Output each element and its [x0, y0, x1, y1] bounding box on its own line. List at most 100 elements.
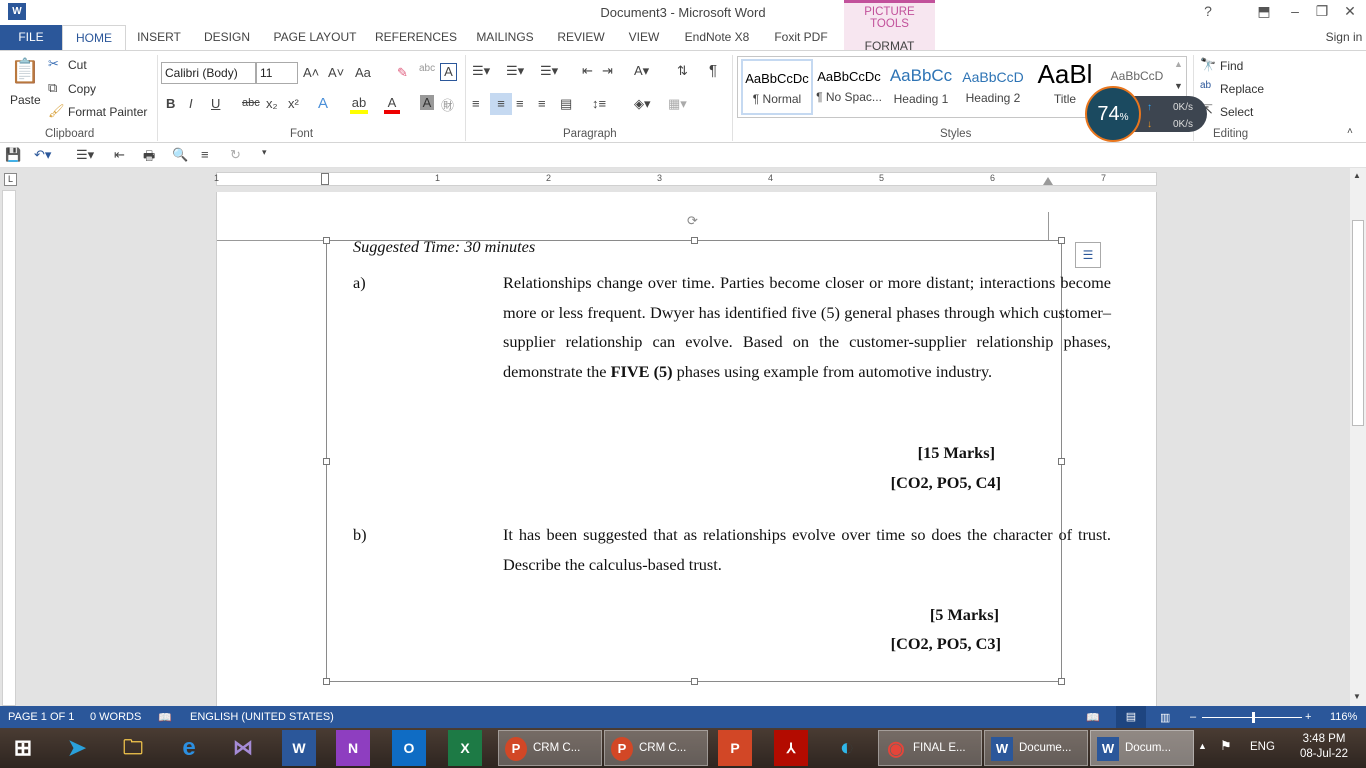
excel-icon[interactable]: X [448, 730, 482, 766]
text-direction-icon[interactable]: A▾ [634, 63, 649, 79]
web-layout-icon[interactable]: ▥ [1160, 711, 1170, 724]
line-spacing-icon[interactable]: ↕≡ [592, 96, 606, 111]
zoom-slider-thumb[interactable] [1252, 712, 1255, 723]
style-normal[interactable]: AaBbCcDc ¶ Normal [741, 59, 813, 115]
ribbon-display-options-icon[interactable]: ⬒ [1254, 3, 1274, 20]
tab-home[interactable]: HOME [62, 25, 126, 51]
taskbar-powerpoint-2[interactable]: P CRM C... [604, 730, 708, 766]
internet-explorer-icon[interactable]: e [172, 730, 206, 766]
visual-studio-icon[interactable]: ⋈ [226, 730, 260, 766]
taskbar-word-1[interactable]: W Docume... [984, 730, 1088, 766]
resize-handle[interactable] [323, 458, 330, 465]
tab-insert[interactable]: INSERT [130, 25, 188, 50]
close-button[interactable]: ✕ [1340, 3, 1360, 20]
resize-handle[interactable] [1058, 237, 1065, 244]
save-icon[interactable]: 💾 [5, 147, 21, 163]
tab-file[interactable]: FILE [0, 25, 62, 50]
taskbar-chrome[interactable]: ◉ FINAL E... [878, 730, 982, 766]
indent-marker[interactable] [321, 173, 329, 185]
font-color-icon[interactable]: A [384, 95, 400, 114]
shading-icon[interactable]: ◈▾ [634, 96, 651, 112]
file-explorer-icon[interactable]: 🗀 [116, 730, 150, 766]
customize-qat-icon[interactable]: ▾ [262, 147, 267, 158]
horizontal-ruler[interactable]: 1 1 2 3 4 5 6 7 [214, 172, 1157, 186]
clear-formatting-icon[interactable]: ✎ [397, 65, 408, 81]
resize-handle[interactable] [691, 678, 698, 685]
start-windows-icon[interactable]: ⊞ [6, 730, 40, 766]
show-formatting-button[interactable]: ¶ [709, 62, 717, 79]
document-page[interactable]: ⟳ Suggested Time: 30 minutes a) Relation… [216, 192, 1157, 706]
edge-icon[interactable]: ◐ [830, 730, 864, 766]
picture-frame[interactable]: Suggested Time: 30 minutes a) Relationsh… [323, 237, 1111, 685]
shrink-font-icon[interactable]: A˅ [328, 65, 344, 80]
change-case-button[interactable]: Aa [355, 65, 371, 80]
enclose-characters-icon[interactable]: ㊖ [441, 95, 454, 114]
justify-icon[interactable]: ≡ [538, 96, 546, 111]
input-language[interactable]: ENG [1250, 741, 1275, 753]
strikethrough-button[interactable]: abc [242, 97, 260, 109]
zoom-out-button[interactable]: – [1190, 711, 1196, 723]
undo-icon[interactable]: ↶▾ [34, 147, 51, 163]
character-shading-icon[interactable]: A [420, 95, 434, 110]
style-heading-1[interactable]: AaBbCc Heading 1 [885, 59, 957, 115]
borders-icon[interactable]: ▦▾ [668, 96, 687, 112]
print-icon[interactable]: 🖶 [143, 147, 155, 169]
rotate-handle-icon[interactable]: ⟳ [687, 213, 698, 229]
collapse-ribbon-icon[interactable]: ˄ [1347, 126, 1353, 137]
resize-handle[interactable] [1058, 458, 1065, 465]
paste-icon[interactable]: 📋 [10, 57, 40, 86]
text-effects-icon[interactable]: A [318, 95, 328, 112]
italic-button[interactable]: I [189, 96, 193, 111]
taskbar-word-2[interactable]: W Docum... [1090, 730, 1194, 766]
style-heading-2[interactable]: AaBbCcD Heading 2 [957, 59, 1029, 115]
outlook-icon[interactable]: O [392, 730, 426, 766]
subscript-button[interactable]: x₂ [266, 96, 278, 111]
tab-review[interactable]: REVIEW [552, 25, 610, 50]
grow-font-icon[interactable]: A˄ [303, 65, 319, 80]
scroll-down-icon[interactable]: ▼ [1353, 692, 1361, 701]
justify-qat-icon[interactable]: ≡ [201, 147, 209, 162]
resize-handle[interactable] [1058, 678, 1065, 685]
align-left-icon[interactable]: ≡ [472, 96, 480, 111]
align-right-icon[interactable]: ≡ [516, 96, 524, 111]
scrollbar-thumb[interactable] [1352, 220, 1364, 426]
print-preview-icon[interactable]: 🔍 [172, 147, 188, 163]
increase-indent-icon[interactable]: ⇥ [602, 63, 613, 79]
numbering-icon[interactable]: ☰▾ [506, 63, 524, 79]
onenote-icon[interactable]: N [336, 730, 370, 766]
tab-endnote[interactable]: EndNote X8 [680, 25, 754, 50]
tab-view[interactable]: VIEW [622, 25, 666, 50]
zoom-in-button[interactable]: + [1305, 711, 1311, 723]
cut-button[interactable]: Cut [68, 58, 87, 72]
resize-handle[interactable] [691, 237, 698, 244]
bullets-icon[interactable]: ☰▾ [472, 63, 490, 79]
vertical-scrollbar[interactable]: ▲ ▼ [1350, 168, 1366, 706]
zoom-level[interactable]: 116% [1330, 711, 1357, 723]
tab-references[interactable]: REFERENCES [374, 25, 458, 50]
tab-page-layout[interactable]: PAGE LAYOUT [268, 25, 362, 50]
bold-button[interactable]: B [166, 96, 175, 111]
help-button[interactable]: ? [1198, 3, 1218, 19]
font-name-combo[interactable]: Calibri (Body) [161, 62, 256, 84]
multilevel-list-icon[interactable]: ☰▾ [540, 63, 558, 79]
style-no-spacing[interactable]: AaBbCcDc ¶ No Spac... [813, 59, 885, 115]
page-count[interactable]: PAGE 1 OF 1 [8, 711, 74, 723]
powerpoint-viewer-icon[interactable]: P [718, 730, 752, 766]
phonetic-guide-icon[interactable]: abc [419, 63, 435, 74]
tab-foxit-pdf[interactable]: Foxit PDF [768, 25, 834, 50]
right-indent-marker[interactable] [1043, 177, 1053, 185]
resize-handle[interactable] [323, 237, 330, 244]
clock[interactable]: 3:48 PM 08-Jul-22 [1296, 733, 1352, 760]
scroll-up-icon[interactable]: ▲ [1353, 171, 1361, 180]
word-icon[interactable]: W [282, 730, 316, 766]
paste-button[interactable]: Paste [10, 93, 41, 107]
format-painter-button[interactable]: Format Painter [68, 105, 147, 119]
copy-button[interactable]: Copy [68, 82, 96, 96]
tab-mailings[interactable]: MAILINGS [470, 25, 540, 50]
show-hidden-icons[interactable]: ▲ [1198, 741, 1207, 751]
word-count[interactable]: 0 WORDS [90, 711, 141, 723]
telegram-icon[interactable]: ➤ [60, 730, 94, 766]
align-center-icon[interactable]: ≡ [490, 93, 512, 115]
distributed-icon[interactable]: ▤ [560, 96, 572, 112]
restore-button[interactable]: ❐ [1312, 3, 1332, 20]
